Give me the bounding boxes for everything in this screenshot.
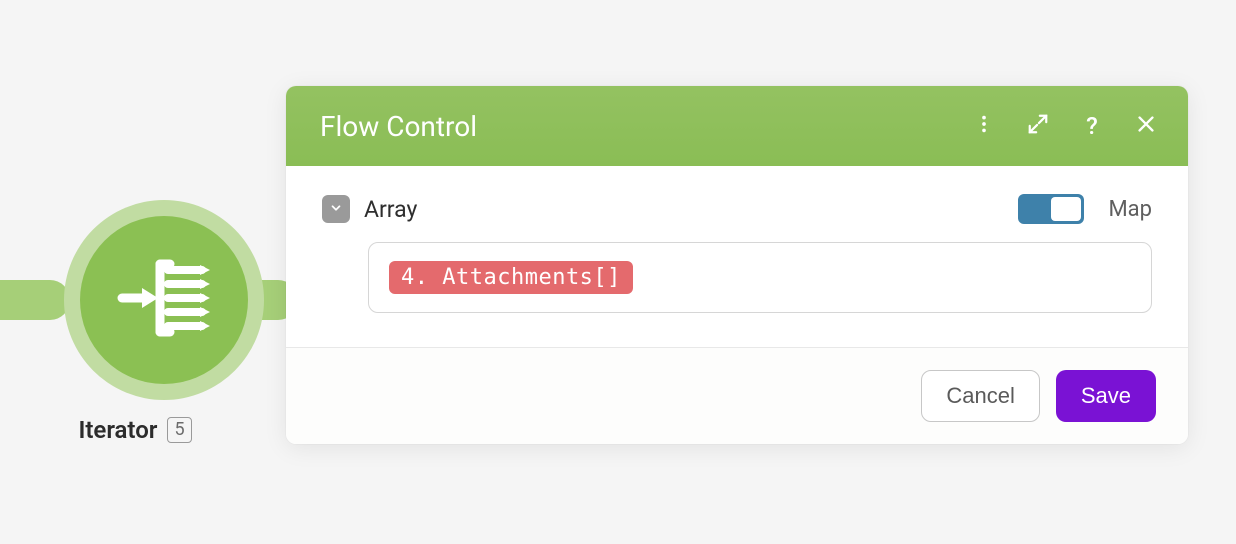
config-panel: Flow Control ? [286,86,1188,444]
close-button[interactable] [1128,108,1164,144]
dots-vertical-icon [973,113,995,139]
node-name: Iterator [78,416,157,444]
array-input[interactable]: 4. Attachments[] [368,242,1152,313]
close-icon [1135,113,1157,139]
node-label-row: Iterator 5 [0,416,270,444]
map-toggle-label: Map [1108,197,1152,222]
expand-icon [1027,113,1049,139]
save-button[interactable]: Save [1056,370,1156,422]
panel-title: Flow Control [320,110,966,143]
node-index-badge: 5 [167,417,191,443]
node-core[interactable] [80,216,248,384]
help-icon: ? [1086,112,1098,140]
expand-button[interactable] [1020,108,1056,144]
help-button[interactable]: ? [1074,108,1110,144]
more-button[interactable] [966,108,1002,144]
header-actions: ? [966,108,1164,144]
panel-body: Array Map 4. Attachments[] [286,166,1188,347]
panel-header: Flow Control ? [286,86,1188,166]
chevron-down-icon [329,200,343,219]
toggle-knob [1051,197,1081,221]
variable-pill[interactable]: 4. Attachments[] [389,261,633,294]
map-toggle[interactable] [1018,194,1084,224]
array-label: Array [364,196,417,223]
collapse-toggle[interactable] [322,195,350,223]
iterator-icon [114,248,214,352]
cancel-button[interactable]: Cancel [921,370,1039,422]
connector-left [0,280,70,320]
array-field-row: Array Map [322,194,1152,224]
panel-footer: Cancel Save [286,347,1188,444]
